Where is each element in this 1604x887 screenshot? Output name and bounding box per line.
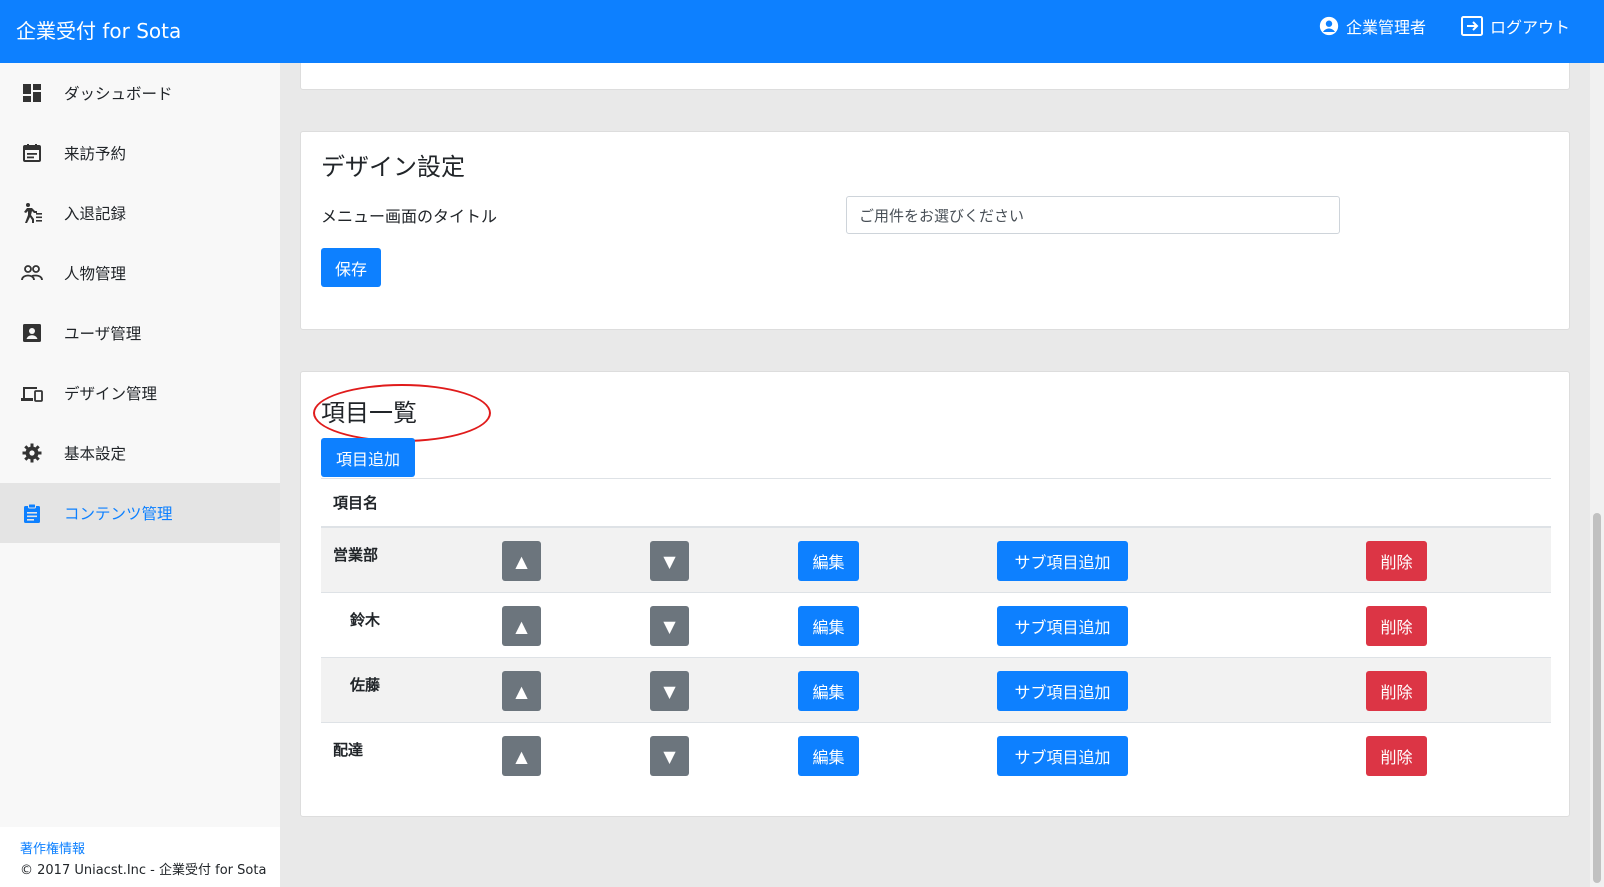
menu-title-row: メニュー画面のタイトル ご用件をお選びください xyxy=(321,196,1549,234)
user-label: 企業管理者 xyxy=(1345,18,1426,37)
delete-button[interactable]: 削除 xyxy=(1366,671,1427,711)
nav-right: 企業管理者 ログアウト xyxy=(1318,14,1570,38)
delete-button[interactable]: 削除 xyxy=(1366,606,1427,646)
menu-title-label: メニュー画面のタイトル xyxy=(321,207,498,226)
item-name: 営業部 xyxy=(333,546,379,564)
sidebar-item-label: ユーザ管理 xyxy=(64,325,142,343)
sidebar-item-label: 来訪予約 xyxy=(64,145,127,163)
sidebar-item-label: 人物管理 xyxy=(64,265,127,283)
table-row: 佐藤 ▲ ▼ 編集 サブ項目追加 削除 xyxy=(321,658,1551,723)
move-down-button[interactable]: ▼ xyxy=(650,606,689,646)
sidebar-footer: 著作権情報 © 2017 Uniacst.Inc - 企業受付 for Sota xyxy=(0,827,280,887)
sidebar-item-label: 基本設定 xyxy=(64,445,127,463)
add-item-button[interactable]: 項目追加 xyxy=(321,438,415,477)
sidebar-item-users[interactable]: ユーザ管理 xyxy=(0,303,280,363)
logout-label: ログアウト xyxy=(1489,18,1570,37)
sidebar-item-entry-log[interactable]: 入退記録 xyxy=(0,183,280,243)
sidebar-item-reservations[interactable]: 来訪予約 xyxy=(0,123,280,183)
menu-title-input[interactable]: ご用件をお選びください xyxy=(846,196,1340,234)
move-down-button[interactable]: ▼ xyxy=(650,541,689,581)
table-row: 鈴木 ▲ ▼ 編集 サブ項目追加 削除 xyxy=(321,593,1551,658)
add-sub-item-button[interactable]: サブ項目追加 xyxy=(997,606,1128,646)
table-row: 配達 ▲ ▼ 編集 サブ項目追加 削除 xyxy=(321,723,1551,788)
design-settings-title: デザイン設定 xyxy=(321,153,465,181)
items-title-wrap: 項目一覧 xyxy=(313,384,1549,442)
edit-button[interactable]: 編集 xyxy=(798,736,859,776)
move-up-button[interactable]: ▲ xyxy=(502,671,541,711)
account-circle-icon xyxy=(1319,16,1339,36)
table-header: 項目名 xyxy=(321,478,1551,528)
sidebar-item-contents[interactable]: コンテンツ管理 xyxy=(0,483,280,543)
user-card-icon xyxy=(20,321,44,345)
copyright-link[interactable]: 著作権情報 xyxy=(20,842,85,857)
add-sub-item-button[interactable]: サブ項目追加 xyxy=(997,671,1128,711)
brand-title[interactable]: 企業受付 for Sota xyxy=(16,18,181,44)
sidebar-item-label: デザイン管理 xyxy=(64,385,158,403)
move-down-button[interactable]: ▼ xyxy=(650,671,689,711)
logout-icon xyxy=(1460,16,1483,36)
previous-card xyxy=(300,63,1570,90)
add-sub-item-button[interactable]: サブ項目追加 xyxy=(997,541,1128,581)
people-icon xyxy=(20,261,44,285)
annotation-circle xyxy=(313,384,491,442)
sidebar: ダッシュボード 来訪予約 入退記録 人物管理 ユーザ管理 デザイン管理 基本設定… xyxy=(0,63,280,887)
copyright-text: © 2017 Uniacst.Inc - 企業受付 for Sota xyxy=(20,863,267,878)
scrollbar-thumb[interactable] xyxy=(1593,513,1601,883)
devices-icon xyxy=(20,381,44,405)
sidebar-item-dashboard[interactable]: ダッシュボード xyxy=(0,63,280,123)
walk-icon xyxy=(20,201,44,225)
table-row: 営業部 ▲ ▼ 編集 サブ項目追加 削除 xyxy=(321,528,1551,593)
items-list-card: 項目一覧 項目追加 項目名 営業部 ▲ ▼ 編集 サブ項目追加 削除 鈴木 ▲ … xyxy=(300,371,1570,817)
sidebar-item-settings[interactable]: 基本設定 xyxy=(0,423,280,483)
sidebar-item-people[interactable]: 人物管理 xyxy=(0,243,280,303)
add-sub-item-button[interactable]: サブ項目追加 xyxy=(997,736,1128,776)
sidebar-item-label: ダッシュボード xyxy=(64,85,173,103)
move-up-button[interactable]: ▲ xyxy=(502,541,541,581)
item-name: 鈴木 xyxy=(350,611,381,629)
main-content: デザイン設定 メニュー画面のタイトル ご用件をお選びください 保存 項目一覧 項… xyxy=(280,63,1590,887)
gear-icon xyxy=(20,441,44,465)
item-name: 佐藤 xyxy=(350,676,381,694)
edit-button[interactable]: 編集 xyxy=(798,671,859,711)
edit-button[interactable]: 編集 xyxy=(798,541,859,581)
logout-button[interactable]: ログアウト xyxy=(1460,14,1570,38)
user-menu[interactable]: 企業管理者 xyxy=(1318,14,1426,38)
column-header-name: 項目名 xyxy=(333,494,379,512)
design-settings-card: デザイン設定 メニュー画面のタイトル ご用件をお選びください 保存 xyxy=(300,131,1570,330)
top-navbar: 企業受付 for Sota 企業管理者 ログアウト xyxy=(0,0,1604,63)
item-name: 配達 xyxy=(333,741,364,759)
dashboard-icon xyxy=(20,81,44,105)
page-scrollbar[interactable] xyxy=(1590,63,1604,887)
items-table: 項目名 営業部 ▲ ▼ 編集 サブ項目追加 削除 鈴木 ▲ ▼ 編集 サブ項目追… xyxy=(321,478,1551,788)
sidebar-item-design[interactable]: デザイン管理 xyxy=(0,363,280,423)
clipboard-icon xyxy=(20,501,44,525)
move-down-button[interactable]: ▼ xyxy=(650,736,689,776)
move-up-button[interactable]: ▲ xyxy=(502,606,541,646)
sidebar-item-label: 入退記録 xyxy=(64,205,127,223)
delete-button[interactable]: 削除 xyxy=(1366,541,1427,581)
sidebar-item-label: コンテンツ管理 xyxy=(64,505,173,523)
move-up-button[interactable]: ▲ xyxy=(502,736,541,776)
edit-button[interactable]: 編集 xyxy=(798,606,859,646)
delete-button[interactable]: 削除 xyxy=(1366,736,1427,776)
calendar-icon xyxy=(20,141,44,165)
save-button[interactable]: 保存 xyxy=(321,248,381,287)
